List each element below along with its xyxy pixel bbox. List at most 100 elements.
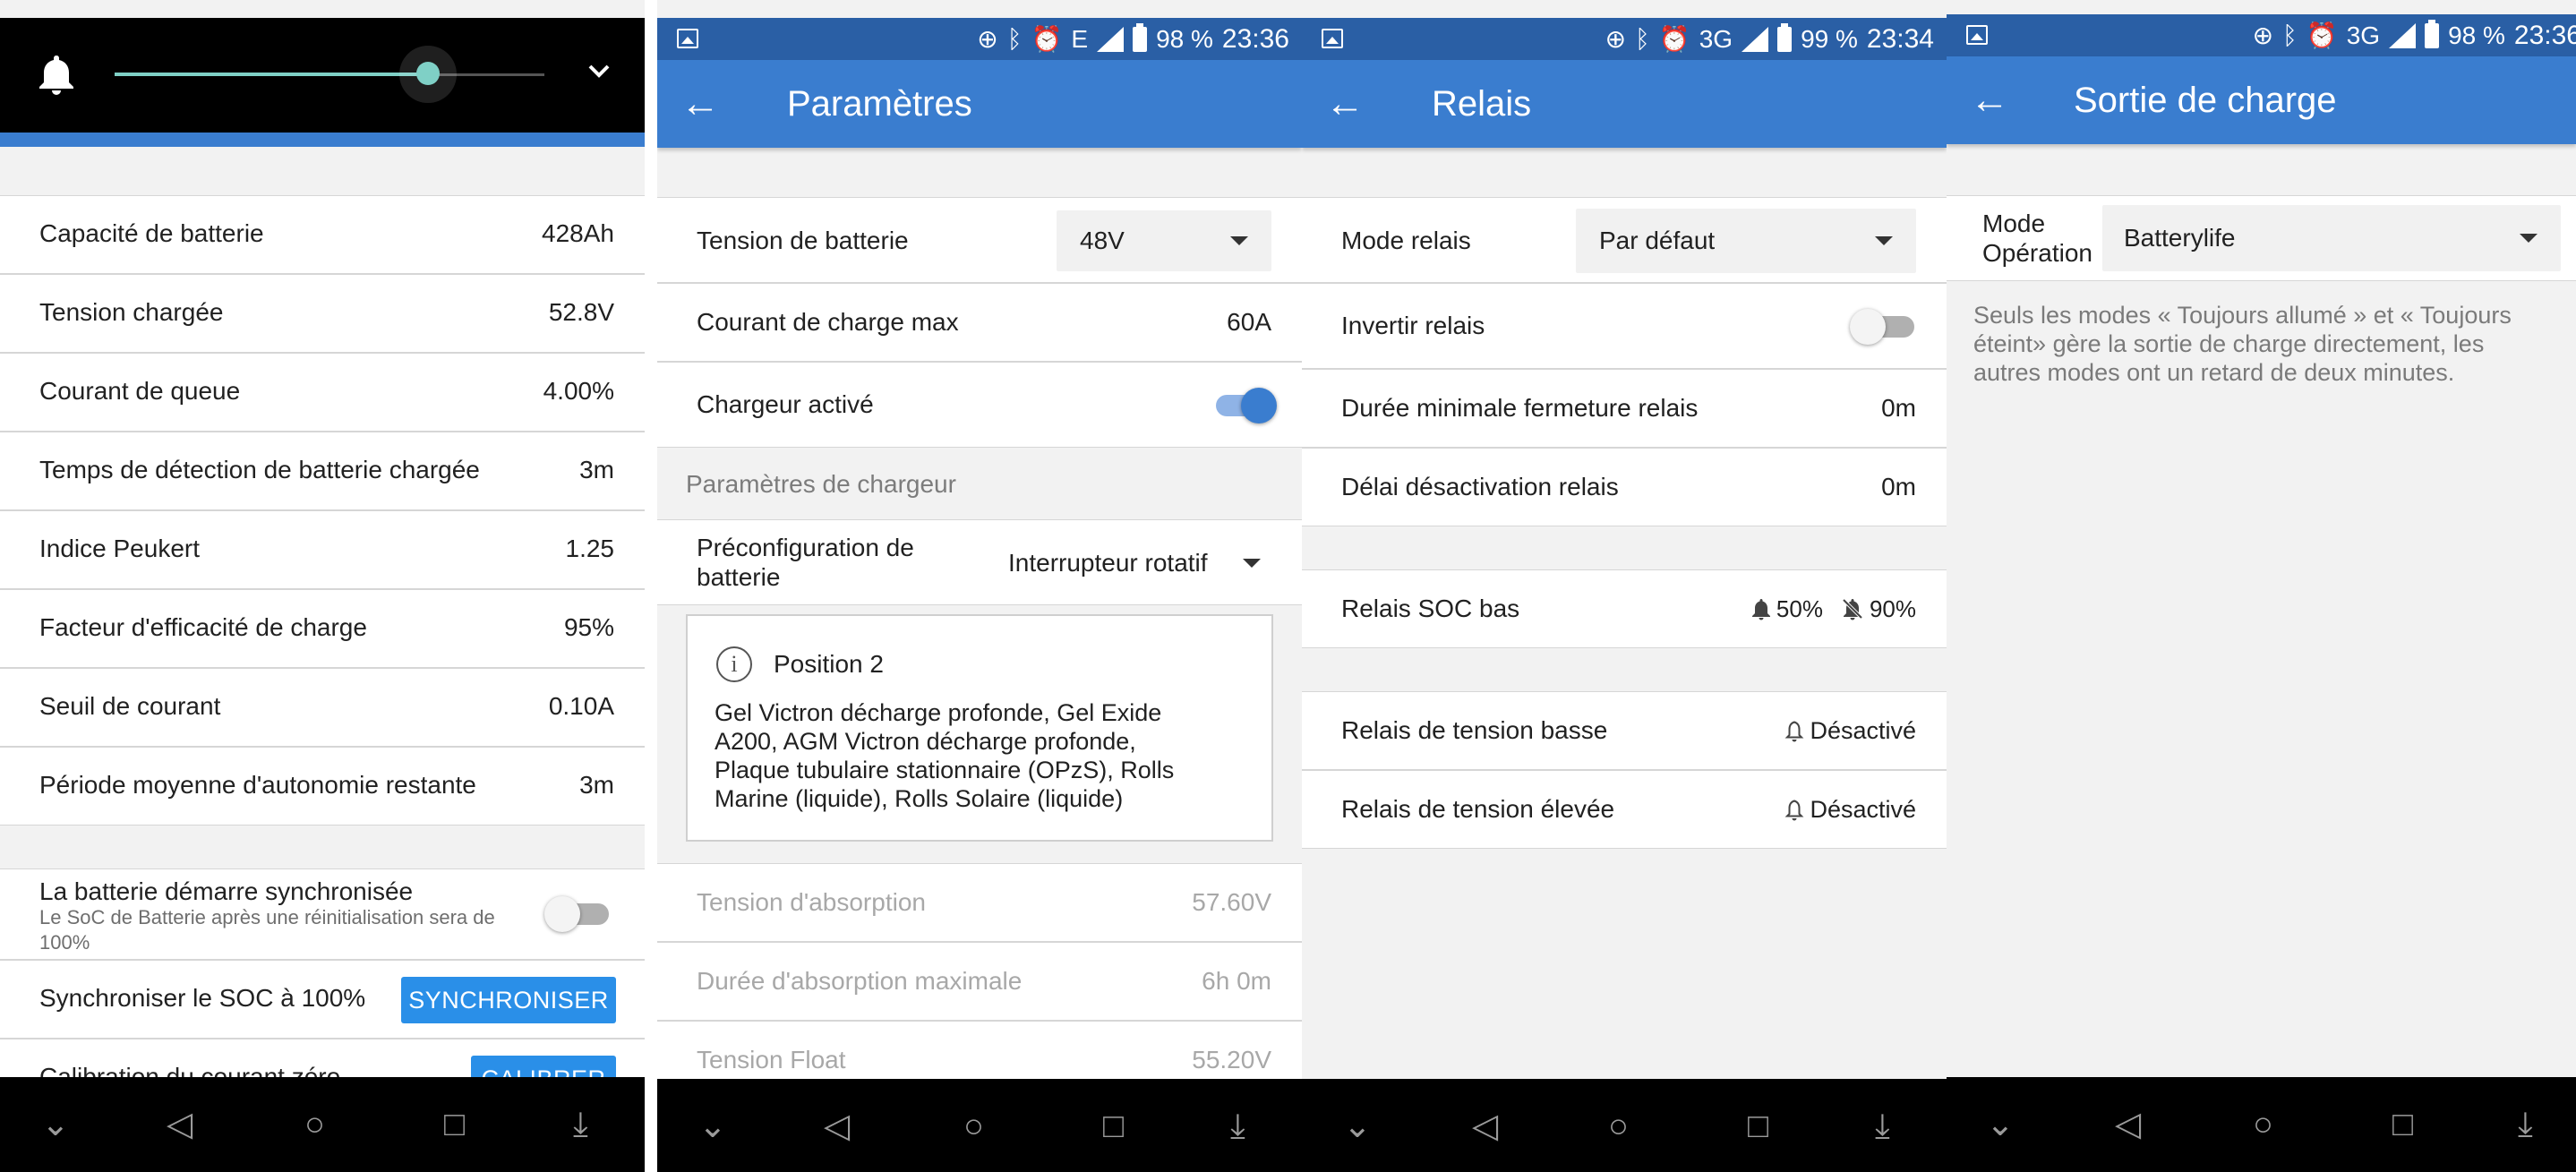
list-item[interactable]: Temps de détection de batterie chargée 3m xyxy=(0,432,645,510)
sync-soc-row[interactable]: Synchroniser le SOC à 100% SYNCHRONISER xyxy=(0,960,645,1039)
synchronize-button[interactable]: SYNCHRONISER xyxy=(401,977,616,1023)
low-soc-values: 50% 90% xyxy=(1751,594,1916,624)
home-nav-icon[interactable]: ○ xyxy=(304,1102,325,1147)
deactivation-delay-row[interactable]: Délai désactivation relais 0m xyxy=(1302,448,1947,526)
back-arrow-icon[interactable]: ← xyxy=(1970,76,2009,124)
item-label: Capacité de batterie xyxy=(39,219,264,247)
invert-relay-toggle[interactable] xyxy=(1850,309,1914,345)
item-label: Seuil de courant xyxy=(39,692,221,720)
app-bar: ← Paramètres xyxy=(657,60,1302,148)
battery-icon xyxy=(2425,19,2440,48)
back-nav-icon[interactable]: ◁ xyxy=(2115,1102,2141,1147)
chevron-down-icon[interactable]: ⌄ xyxy=(1343,1104,1372,1149)
dropdown-arrow-icon xyxy=(1243,559,1261,568)
high-voltage-relay-row[interactable]: Relais de tension élevée Désactivé xyxy=(1302,770,1947,849)
battery-preset-dropdown[interactable]: Interrupteur rotatif xyxy=(994,533,1273,594)
battery-settings-panel: Capacité de batterie 428Ah Tension chargé… xyxy=(0,0,645,1172)
item-value: 1.25 xyxy=(565,535,615,562)
network-type: E xyxy=(1071,24,1089,53)
low-soc-relay-label: Relais SOC bas xyxy=(1341,595,1520,622)
chevron-down-icon[interactable]: ⌄ xyxy=(1986,1102,2015,1147)
back-arrow-icon[interactable]: ← xyxy=(680,80,720,128)
min-close-duration-row[interactable]: Durée minimale fermeture relais 0m xyxy=(1302,369,1947,448)
item-label: Indice Peukert xyxy=(39,535,200,562)
recents-nav-icon[interactable]: □ xyxy=(2392,1102,2413,1147)
list-item[interactable]: Facteur d'efficacité de charge 95% xyxy=(0,589,645,668)
image-notification-icon xyxy=(1966,25,1988,45)
bell-outline-icon xyxy=(1784,798,1804,821)
list-item[interactable]: Indice Peukert 1.25 xyxy=(0,510,645,589)
android-nav-bar: ⌄ ◁ ○ □ ⤓ xyxy=(0,1077,645,1172)
min-close-duration-label: Durée minimale fermeture relais xyxy=(1341,394,1699,422)
battery-icon xyxy=(1777,22,1793,52)
network-type: 3G xyxy=(2346,21,2381,49)
notification-pull-icon[interactable]: ⤓ xyxy=(2518,1102,2533,1147)
low-voltage-relay-row[interactable]: Relais de tension basse Désactivé xyxy=(1302,691,1947,770)
sync-start-sublabel: Le SoC de Batterie après une réinitialis… xyxy=(39,906,495,954)
android-nav-bar: ⌄ ◁ ○ □ ⤓ xyxy=(1302,1079,1947,1172)
battery-percent: 98 % xyxy=(2448,21,2505,49)
bluetooth-icon: ᛒ xyxy=(1006,25,1023,53)
dropdown-arrow-icon xyxy=(2520,234,2537,243)
volume-slider[interactable] xyxy=(115,46,544,103)
max-charge-current-row[interactable]: Courant de charge max 60A xyxy=(657,283,1302,362)
max-absorption-duration-row[interactable]: Durée d'absorption maximale 6h 0m xyxy=(657,942,1302,1021)
battery-voltage-row[interactable]: Tension de batterie 48V xyxy=(657,197,1302,283)
operation-mode-row[interactable]: Mode Opération Batterylife xyxy=(1947,195,2576,281)
high-voltage-value: Désactivé xyxy=(1810,795,1916,823)
dropdown-value: Interrupteur rotatif xyxy=(1008,549,1208,577)
back-arrow-icon[interactable]: ← xyxy=(1325,80,1365,128)
invert-relay-label: Invertir relais xyxy=(1341,312,1485,339)
home-nav-icon[interactable]: ○ xyxy=(1608,1104,1629,1149)
notification-pull-icon[interactable]: ⤓ xyxy=(1230,1104,1245,1149)
alarm-icon: ⏰ xyxy=(2306,21,2338,49)
charger-enabled-row[interactable]: Chargeur activé xyxy=(657,362,1302,448)
relay-mode-row[interactable]: Mode relais Par défaut xyxy=(1302,197,1947,283)
recents-nav-icon[interactable]: □ xyxy=(444,1102,465,1147)
deactivation-delay-label: Délai désactivation relais xyxy=(1341,473,1619,500)
list-item[interactable]: Courant de queue 4.00% xyxy=(0,353,645,432)
back-nav-icon[interactable]: ◁ xyxy=(1472,1104,1498,1149)
page-title: Sortie de charge xyxy=(2074,81,2337,120)
status-bar: ⊕ ᛒ ⏰ 3G 99 % 23:34 xyxy=(1302,18,1947,60)
home-nav-icon[interactable]: ○ xyxy=(963,1104,984,1149)
alarm-icon: ⏰ xyxy=(1658,25,1690,53)
item-value: 0.10A xyxy=(548,692,614,720)
operation-mode-dropdown[interactable]: Batterylife xyxy=(2102,205,2561,271)
item-label: Courant de queue xyxy=(39,377,241,405)
sync-start-toggle[interactable] xyxy=(544,896,609,932)
operation-mode-label: Mode Opération xyxy=(1982,210,2092,267)
low-soc-relay-row[interactable]: Relais SOC bas 50% 90% xyxy=(1302,569,1947,648)
notification-pull-icon[interactable]: ⤓ xyxy=(1875,1104,1890,1149)
recents-nav-icon[interactable]: □ xyxy=(1748,1104,1768,1149)
list-item[interactable]: Période moyenne d'autonomie restante 3m xyxy=(0,747,645,826)
list-item[interactable]: Tension chargée 52.8V xyxy=(0,274,645,353)
home-nav-icon[interactable]: ○ xyxy=(2253,1102,2273,1147)
absorption-voltage-row[interactable]: Tension d'absorption 57.60V xyxy=(657,863,1302,942)
charger-enabled-toggle[interactable] xyxy=(1207,388,1277,423)
invert-relay-row[interactable]: Invertir relais xyxy=(1302,283,1947,369)
relay-mode-dropdown[interactable]: Par défaut xyxy=(1576,209,1916,273)
chevron-down-icon[interactable] xyxy=(587,63,611,79)
chevron-down-icon[interactable]: ⌄ xyxy=(698,1104,727,1149)
data-saver-icon: ⊕ xyxy=(977,25,998,53)
battery-percent: 99 % xyxy=(1801,24,1858,53)
list-item[interactable]: Capacité de batterie 428Ah xyxy=(0,195,645,274)
back-nav-icon[interactable]: ◁ xyxy=(824,1104,850,1149)
recents-nav-icon[interactable]: □ xyxy=(1103,1104,1124,1149)
battery-preset-row[interactable]: Préconfiguration de batterie Interrupteu… xyxy=(657,519,1302,605)
sync-start-row[interactable]: La batterie démarre synchronisée Le SoC … xyxy=(0,868,645,960)
back-nav-icon[interactable]: ◁ xyxy=(167,1102,193,1147)
battery-percent: 98 % xyxy=(1156,24,1213,53)
bell-outline-icon xyxy=(1784,719,1804,742)
volume-slider-thumb[interactable] xyxy=(416,62,440,85)
section-header: Paramètres de chargeur xyxy=(686,470,956,498)
chevron-down-icon[interactable]: ⌄ xyxy=(41,1102,70,1147)
notification-pull-icon[interactable]: ⤓ xyxy=(573,1102,588,1147)
image-notification-icon xyxy=(677,29,698,48)
dropdown-value: Par défaut xyxy=(1599,227,1716,254)
list-item[interactable]: Seuil de courant 0.10A xyxy=(0,668,645,747)
item-value: 428Ah xyxy=(542,219,614,247)
battery-voltage-dropdown[interactable]: 48V xyxy=(1057,210,1271,271)
bell-icon[interactable] xyxy=(36,52,77,97)
